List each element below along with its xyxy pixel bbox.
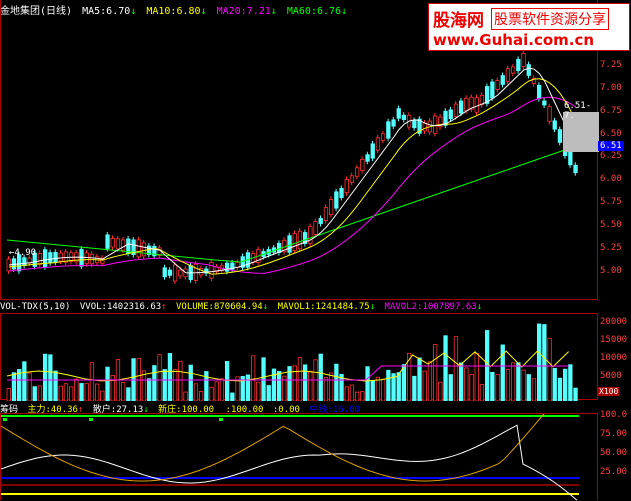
volume-chart-panel[interactable]: [0, 313, 598, 401]
watermark-slogan: 股票软件资源分享: [491, 8, 609, 30]
price-tick: 5.00: [600, 265, 622, 276]
vvol-value: 1402316.63: [106, 302, 162, 312]
mavol1-value: 1241484.75: [315, 302, 370, 312]
chip-axis: 100.0 75.00 50.00 25.00: [598, 410, 631, 500]
volume-tick: 15000: [600, 335, 628, 345]
vvol-label: VVOL:: [79, 302, 107, 312]
chip-lines: [1, 414, 579, 501]
mavol1-arrow: ↓: [369, 302, 376, 312]
watermark-url: www.Guhai.com.cn: [433, 31, 595, 49]
price-tick: 6.25: [600, 151, 622, 162]
chip-tick: 25.00: [600, 467, 628, 477]
price-tick: 5.25: [600, 243, 622, 253]
price-tick: 6.50: [600, 128, 622, 139]
chip-tick: 50.00: [600, 448, 628, 458]
price-tick: 5.75: [600, 197, 622, 208]
volume-arrow: ↓: [262, 302, 269, 312]
mavol2-value: 1007897.63: [422, 302, 477, 312]
price-tick: 6.75: [600, 105, 622, 116]
high-tip-label: 6.51-7.: [564, 101, 592, 121]
price-tick: 7.25: [600, 59, 622, 70]
watermark-brand: 股海网: [433, 11, 484, 31]
mavol2-label: MAVOL2:: [384, 302, 423, 312]
low-price-value: 4.90: [14, 248, 37, 258]
volume-axis: 20000 15000 10000 5000 X100: [598, 313, 631, 400]
volume-tick: 5000: [600, 371, 622, 381]
chip-tick: 100.0: [600, 410, 628, 420]
price-tick: 7.00: [600, 82, 622, 93]
volume-value: 870604.94: [213, 302, 263, 312]
chip-chart-panel[interactable]: [0, 413, 598, 501]
volume-tick: 20000: [600, 317, 628, 327]
low-price-label: ←4.90: [9, 248, 37, 258]
volume-header: VOL-TDX(5,10) VVOL:1402316.63↑ VOLUME:87…: [0, 302, 482, 312]
watermark-logo: 股海网 股票软件资源分享 www.Guhai.com.cn: [428, 3, 630, 51]
volume-unit: X100: [598, 387, 620, 396]
mavol2-arrow: ↓: [476, 302, 483, 312]
price-tick: 5.50: [600, 220, 622, 231]
price-tick: 6.00: [600, 174, 622, 185]
current-price-tag: 6.51: [598, 141, 624, 151]
vvol-arrow: ↑: [161, 302, 167, 312]
volume-bars: [6, 323, 578, 401]
volume-label: VOLUME:: [176, 302, 214, 312]
mavol1-label: MAVOL1:: [277, 302, 316, 312]
chip-tick: 75.00: [600, 429, 628, 439]
vol-indicator-name: VOL-TDX(5,10): [0, 302, 71, 312]
volume-tick: 10000: [600, 353, 628, 363]
